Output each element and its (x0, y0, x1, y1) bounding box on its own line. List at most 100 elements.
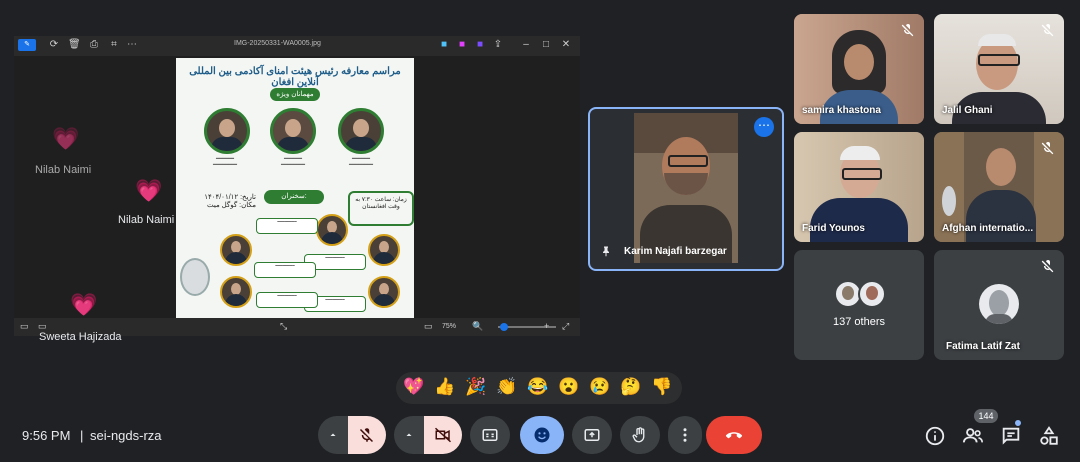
present-button[interactable] (572, 416, 612, 454)
hand-icon (632, 427, 645, 443)
reaction-sender-name: Sweeta Hajizada (39, 331, 122, 343)
party-popper-emoji-icon[interactable]: 🎉 (464, 377, 488, 397)
participant-tile-farid[interactable]: Farid Younos (794, 132, 924, 242)
chevron-up-icon (406, 433, 412, 436)
separator: | (80, 428, 84, 443)
thinking-emoji-icon[interactable]: 🤔 (619, 377, 643, 397)
maximize-icon[interactable]: □ (540, 39, 552, 51)
present-screen-icon (584, 429, 600, 441)
mic-toggle-button[interactable] (348, 416, 386, 454)
clapping-emoji-icon[interactable]: 👏 (495, 377, 519, 397)
emoji-reaction-bar: 💖 👍 🎉 👏 😂 😮 😢 🤔 👎 (396, 372, 682, 404)
reaction-sender-name: Nilab Naimi (35, 164, 92, 176)
speaker-photo-1 (316, 214, 348, 246)
poster-title: مراسم معارفه رئیس هیئت امنای آکادمی بین … (189, 66, 401, 88)
speaker-photo-5 (368, 276, 400, 308)
laughing-emoji-icon[interactable]: 😂 (526, 377, 550, 397)
fullscreen-center-icon[interactable]: ⤡ (280, 321, 287, 332)
more-options-button[interactable] (668, 416, 702, 454)
poster-date-block: تاریخ: ۱۴۰۴/۰۱/۱۲ مکان: گوگل میت (180, 193, 256, 221)
participant-name: Karim Najafi barzegar (624, 246, 727, 257)
mic-off-icon (901, 23, 914, 37)
leave-call-button[interactable] (706, 416, 762, 454)
crop-icon[interactable]: ⌗ (108, 39, 120, 51)
poster-time: زمان: ساعت ۷:۳۰ به وقت افغانستان (348, 191, 414, 226)
mic-off-icon (1041, 259, 1054, 273)
guest-photo-2 (270, 108, 316, 154)
participant-name: Farid Younos (802, 223, 865, 234)
camera-off-icon (434, 427, 452, 443)
heart-reaction-icon: 💗 (52, 126, 80, 151)
meeting-info-icon[interactable] (924, 425, 946, 447)
edit-icon[interactable]: ✎ (18, 39, 36, 51)
minimize-icon[interactable]: – (520, 39, 532, 51)
fit-icon[interactable]: ▭ (424, 321, 433, 332)
participant-name: Afghan internatio... (942, 223, 1034, 234)
app-icon-2[interactable]: ■ (456, 39, 468, 51)
poster-date: تاریخ: ۱۴۰۴/۰۱/۱۲ (204, 194, 256, 201)
close-icon[interactable]: ✕ (560, 39, 572, 51)
reactions-button[interactable] (520, 416, 564, 454)
app-icon-3[interactable]: ■ (474, 39, 486, 51)
participant-name: samira khastona (802, 105, 881, 116)
academy-logo-icon (180, 258, 210, 296)
zoom-slider-thumb[interactable] (500, 323, 508, 331)
participant-tile-samira[interactable]: samira khastona (794, 14, 924, 124)
others-tile[interactable]: 137 others (794, 250, 924, 360)
poster-place: مکان: گوگل میت (206, 202, 256, 209)
reaction-sender-name: Nilab Naimi (118, 214, 175, 226)
guest-photo-3 (338, 108, 384, 154)
meeting-code[interactable]: sei-ngds-rza (90, 428, 162, 443)
mic-off-icon (1041, 23, 1054, 37)
main-speaker-tile[interactable]: ⋯ Karim Najafi barzegar (588, 107, 784, 271)
mic-off-icon (359, 428, 373, 443)
app-icon-1[interactable]: ■ (438, 39, 450, 51)
print-icon[interactable]: ⎙ (88, 39, 100, 51)
share-icon[interactable]: ⇪ (492, 39, 504, 51)
main-speaker-video (634, 113, 738, 263)
participant-tile-jalil[interactable]: Jalil Ghani (934, 14, 1064, 124)
more-icon[interactable]: ⋯ (126, 39, 138, 51)
expand-icon[interactable]: ⤢ (562, 321, 569, 332)
raise-hand-button[interactable] (620, 416, 660, 454)
participant-name: Fatima Latif Zat (946, 341, 1020, 352)
guest-caption-3: ━━━━━━ ━━━━━━━━ (348, 156, 374, 168)
guest-caption-2: ━━━━━━ ━━━━━━━━ (280, 156, 306, 168)
more-vertical-icon (683, 428, 687, 442)
audio-options-button[interactable] (318, 416, 348, 454)
mic-off-icon (1041, 141, 1054, 155)
thumbs-up-emoji-icon[interactable]: 👍 (433, 377, 457, 397)
chat-notification-dot (1015, 420, 1021, 426)
speaker-photo-3 (368, 234, 400, 266)
thumbs-down-emoji-icon[interactable]: 👎 (650, 377, 674, 397)
zoom-level[interactable]: 75% (442, 323, 456, 330)
captions-button[interactable] (470, 416, 510, 454)
crying-emoji-icon[interactable]: 😢 (588, 377, 612, 397)
image-viewer-toolbar: ✎ ⟳ 🗑 ⎙ ⌗ ⋯ IMG-20250331-WA0005.jpg ■ ■ … (14, 36, 580, 56)
event-poster: مراسم معارفه رئیس هیئت امنای آکادمی بین … (176, 58, 414, 320)
pin-icon[interactable] (600, 245, 612, 257)
more-options-icon[interactable]: ⋯ (754, 117, 774, 137)
video-options-button[interactable] (394, 416, 424, 454)
activities-icon[interactable] (1038, 425, 1060, 447)
guest-caption-1: ━━━━━━ ━━━━━━━━ (212, 156, 238, 168)
participant-tile-fatima[interactable]: Fatima Latif Zat (934, 250, 1064, 360)
people-icon[interactable] (962, 425, 984, 447)
avatar (858, 280, 886, 308)
sparkling-heart-emoji-icon[interactable]: 💖 (402, 377, 426, 397)
participant-name: Jalil Ghani (942, 105, 993, 116)
display-icon[interactable]: ▭ (20, 321, 29, 332)
chat-icon[interactable] (1000, 425, 1022, 447)
surprised-emoji-icon[interactable]: 😮 (557, 377, 581, 397)
zoom-in-icon[interactable]: + (544, 321, 549, 331)
speaker-label-5: ━━━━━━━━ (256, 292, 318, 308)
delete-icon[interactable]: 🗑 (68, 39, 81, 51)
rotate-icon[interactable]: ⟳ (48, 39, 60, 51)
meeting-clock: 9:56 PM (22, 428, 71, 443)
zoom-out-icon[interactable]: 🔍 (472, 321, 483, 332)
camera-toggle-button[interactable] (424, 416, 462, 454)
poster-speakers-header: سخنران: (264, 190, 324, 204)
hang-up-icon (725, 432, 743, 439)
participant-tile-afghan[interactable]: Afghan internatio... (934, 132, 1064, 242)
poster-badge: مهمانان ویژه (270, 88, 320, 101)
